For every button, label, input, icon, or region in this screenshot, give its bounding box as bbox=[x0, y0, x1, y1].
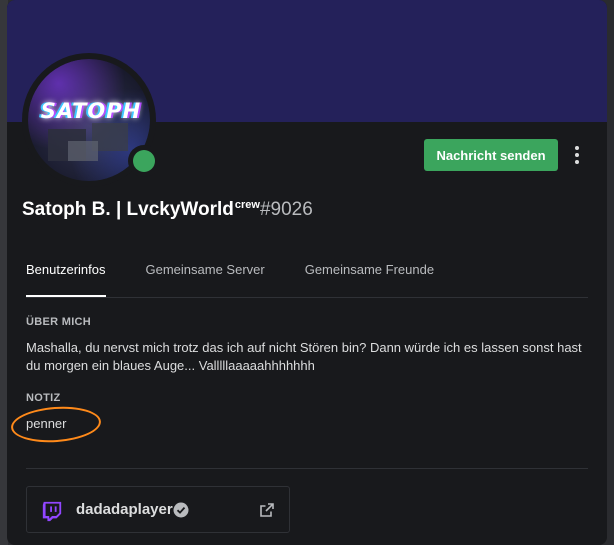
verified-icon bbox=[173, 502, 189, 518]
discriminator: #9026 bbox=[259, 199, 313, 220]
display-name: Satoph B. | LvckyWorld bbox=[22, 199, 234, 220]
about-me-text: Mashalla, du nervst mich trotz das ich a… bbox=[26, 340, 582, 373]
more-dot bbox=[575, 160, 579, 164]
tab-mutual-servers[interactable]: Gemeinsame Server bbox=[146, 252, 265, 297]
user-profile-modal: SATOPH Nachricht senden Satoph B. | Lvck… bbox=[7, 0, 607, 545]
twitch-icon bbox=[42, 501, 62, 522]
tab-user-info[interactable]: Benutzerinfos bbox=[26, 252, 106, 297]
username: Satoph B. | LvckyWorldcrew#9026 bbox=[22, 199, 313, 221]
connection-name: dadadaplayer bbox=[76, 501, 173, 518]
connection-card: dadadaplayer bbox=[26, 486, 290, 533]
annotation-circle bbox=[9, 403, 103, 446]
tab-mutual-friends[interactable]: Gemeinsame Freunde bbox=[305, 252, 434, 297]
more-dot bbox=[575, 153, 579, 157]
tabs-divider bbox=[26, 297, 588, 298]
profile-tabs: Benutzerinfos Gemeinsame Server Gemeinsa… bbox=[26, 252, 474, 297]
avatar-monitor bbox=[68, 141, 98, 161]
note-title: NOTIZ bbox=[26, 392, 61, 404]
status-indicator bbox=[128, 145, 160, 177]
external-link-icon[interactable] bbox=[259, 502, 275, 518]
connections-divider bbox=[26, 468, 588, 469]
more-dot bbox=[575, 146, 579, 150]
about-me-title: ÜBER MICH bbox=[26, 316, 92, 328]
avatar-logo-text: SATOPH bbox=[40, 99, 142, 123]
more-options-icon[interactable] bbox=[569, 143, 585, 167]
name-suffix: crew bbox=[234, 199, 260, 211]
send-message-button[interactable]: Nachricht senden bbox=[424, 139, 558, 171]
avatar-frame: SATOPH bbox=[22, 53, 160, 187]
online-status-icon bbox=[133, 150, 155, 172]
